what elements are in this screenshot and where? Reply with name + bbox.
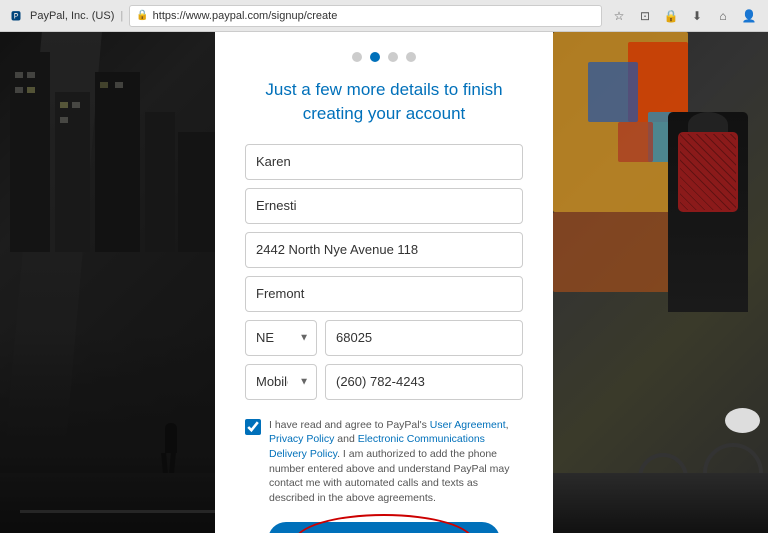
progress-dots: [352, 52, 416, 62]
bg-right: [553, 32, 768, 533]
legal-checkbox-row: I have read and agree to PayPal's User A…: [245, 418, 523, 506]
user-agreement-link[interactable]: User Agreement: [430, 419, 506, 431]
state-zip-row: NE AL AK AZ CA CO NY TX ▼: [245, 320, 523, 356]
address-field: [245, 232, 523, 268]
phone-row: Mobile Home Work ▼: [245, 364, 523, 400]
title-plain: Just a few more details: [265, 80, 444, 99]
legal-text: I have read and agree to PayPal's User A…: [269, 418, 523, 506]
browser-chrome: 🅿 PayPal, Inc. (US) | 🔒 https://www.payp…: [0, 0, 768, 32]
home-btn[interactable]: ⌂: [712, 5, 734, 27]
phone-type-select[interactable]: Mobile Home Work: [245, 364, 317, 400]
separator: |: [120, 10, 123, 22]
submit-button-wrap: Agree and Create Account: [245, 522, 523, 533]
dot-3: [388, 52, 398, 62]
dot-4: [406, 52, 416, 62]
city-input[interactable]: [245, 276, 523, 312]
padlock-btn[interactable]: 🔒: [660, 5, 682, 27]
modal-overlay: Just a few more details to finish creati…: [215, 32, 553, 533]
phone-type-select-wrap: Mobile Home Work ▼: [245, 364, 317, 400]
legal-checkbox[interactable]: [245, 419, 261, 435]
address-input[interactable]: [245, 232, 523, 268]
person-btn[interactable]: 👤: [738, 5, 760, 27]
phone-number-input[interactable]: [325, 364, 523, 400]
url-bar[interactable]: 🔒 https://www.paypal.com/signup/create: [129, 5, 602, 27]
bookmark-btn[interactable]: ☆: [608, 5, 630, 27]
paypal-favicon: 🅿: [8, 8, 24, 24]
state-select-wrap: NE AL AK AZ CA CO NY TX ▼: [245, 320, 317, 356]
first-name-input[interactable]: [245, 144, 523, 180]
bg-left: [0, 32, 215, 533]
create-account-button[interactable]: Agree and Create Account: [268, 522, 499, 533]
url-text: https://www.paypal.com/signup/create: [153, 10, 338, 22]
page-title: Just a few more details to finish creati…: [245, 78, 523, 126]
page-wrapper: Just a few more details to finish creati…: [0, 32, 768, 533]
privacy-policy-link[interactable]: Privacy Policy: [269, 433, 334, 445]
lock-icon: 🔒: [136, 10, 148, 21]
city-field: [245, 276, 523, 312]
dot-2: [370, 52, 380, 62]
state-select[interactable]: NE AL AK AZ CA CO NY TX: [245, 320, 317, 356]
zip-input[interactable]: [325, 320, 523, 356]
browser-actions: ☆ ⊡ 🔒 ⬇ ⌂ 👤: [608, 5, 760, 27]
dot-1: [352, 52, 362, 62]
reading-btn[interactable]: ⊡: [634, 5, 656, 27]
last-name-input[interactable]: [245, 188, 523, 224]
download-btn[interactable]: ⬇: [686, 5, 708, 27]
site-label: PayPal, Inc. (US): [30, 10, 114, 22]
first-name-field: [245, 144, 523, 180]
last-name-field: [245, 188, 523, 224]
